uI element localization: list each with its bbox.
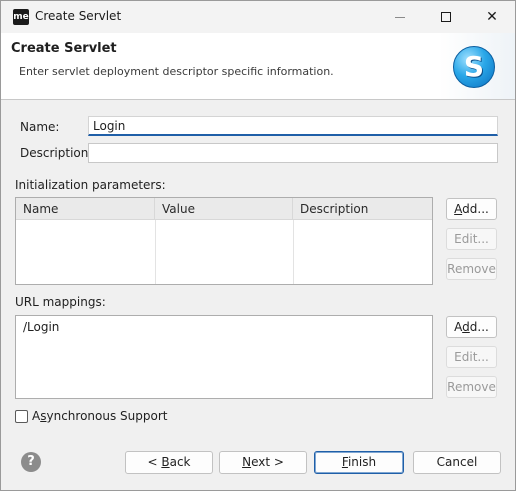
checkbox-label-pre: A [32, 409, 41, 423]
minimize-button[interactable] [377, 1, 423, 33]
button-label-pre: < [147, 455, 162, 469]
url-mappings-list[interactable]: /Login [15, 315, 433, 399]
button-label-post: dd... [462, 202, 489, 216]
column-separator [155, 220, 156, 284]
init-params-edit-button[interactable]: Edit... [446, 228, 497, 250]
description-label: Description: [20, 146, 93, 160]
mnemonic-key: A [454, 202, 463, 216]
button-label-pre: A [454, 320, 463, 334]
column-header-description[interactable]: Description [293, 198, 432, 220]
mnemonic-key: B [161, 455, 170, 469]
button-label-post: inish [347, 455, 377, 469]
column-header-name[interactable]: Name [16, 198, 155, 220]
async-support-checkbox[interactable] [15, 410, 28, 423]
url-mappings-add-button[interactable]: Add... [446, 316, 497, 338]
back-button[interactable]: < Back [125, 451, 213, 474]
checkbox-label-post: ynchronous Support [46, 409, 168, 423]
name-field[interactable] [88, 116, 498, 136]
wizard-content: Name: Description: Initialization parame… [1, 101, 515, 441]
button-label-post: ack [169, 455, 191, 469]
button-label-post: ext > [251, 455, 284, 469]
close-icon: ✕ [486, 9, 498, 25]
title-bar[interactable]: me Create Servlet ✕ [1, 1, 515, 33]
url-mappings-remove-button[interactable]: Remove [446, 376, 497, 398]
create-servlet-dialog: me Create Servlet ✕ Create Servlet Enter… [0, 0, 516, 491]
banner-description: Enter servlet deployment descriptor spec… [19, 65, 334, 78]
column-header-value[interactable]: Value [155, 198, 293, 220]
url-mappings-edit-button[interactable]: Edit... [446, 346, 497, 368]
async-support-label[interactable]: Asynchronous Support [32, 409, 167, 423]
list-item[interactable]: /Login [23, 320, 59, 334]
column-separator [293, 220, 294, 284]
mnemonic-key: d [462, 320, 470, 334]
init-params-remove-button[interactable]: Remove [446, 258, 497, 280]
banner-title: Create Servlet [11, 41, 117, 56]
init-params-add-button[interactable]: Add... [446, 198, 497, 220]
minimize-icon [395, 16, 405, 18]
name-label: Name: [20, 120, 60, 134]
cancel-button[interactable]: Cancel [413, 451, 501, 474]
help-icon[interactable]: ? [21, 452, 41, 472]
maximize-button[interactable] [423, 1, 469, 33]
close-button[interactable]: ✕ [469, 1, 515, 33]
wizard-banner: Create Servlet Enter servlet deployment … [1, 33, 515, 100]
button-label-post: d... [469, 320, 489, 334]
window-title: Create Servlet [35, 9, 122, 23]
finish-button[interactable]: Finish [314, 451, 404, 474]
app-icon: me [13, 9, 29, 25]
next-button[interactable]: Next > [219, 451, 307, 474]
init-params-label: Initialization parameters: [15, 178, 166, 192]
init-params-table[interactable]: Name Value Description [15, 197, 433, 285]
mnemonic-key: N [242, 455, 252, 469]
servlet-logo-icon: S [453, 46, 495, 88]
description-field[interactable] [88, 143, 498, 163]
maximize-icon [441, 12, 451, 22]
banner-graphic: S [439, 33, 515, 99]
url-mappings-label: URL mappings: [15, 295, 106, 309]
